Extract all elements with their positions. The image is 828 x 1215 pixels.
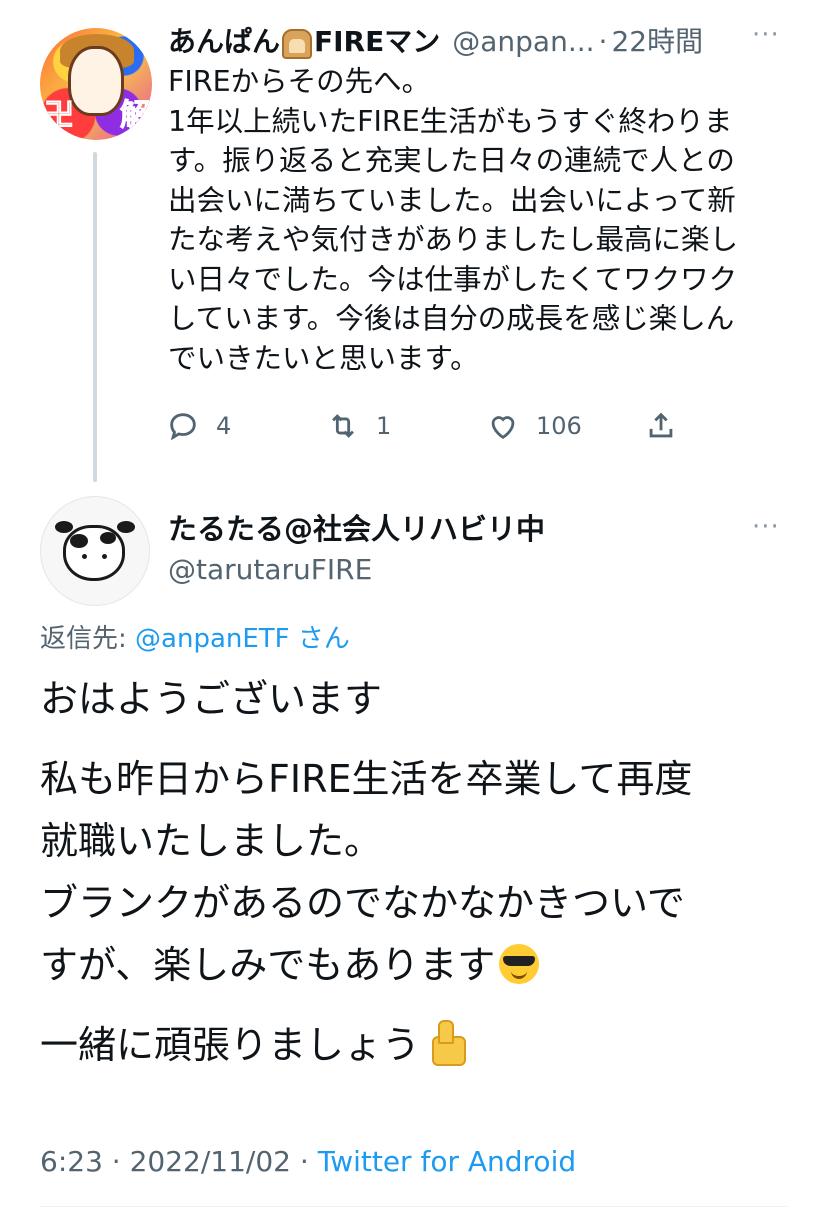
parent-handle[interactable]: @anpan... xyxy=(452,22,594,62)
cow-head xyxy=(63,525,125,581)
reply-text-line: すが、楽しみでもあります xyxy=(40,934,800,996)
share-button[interactable] xyxy=(644,402,694,450)
reply-text-line: ブランクがあるのでなかなかきついで xyxy=(40,881,685,925)
retweet-icon xyxy=(332,414,354,438)
separator-dot: · xyxy=(598,25,608,58)
replying-suffix: さん xyxy=(297,624,350,654)
parent-name-suffix[interactable]: FIREマン xyxy=(314,22,440,62)
like-icon xyxy=(491,416,515,440)
parent-text-line: 1年以上続いたFIRE生活がもうすぐ終わりま xyxy=(168,104,733,138)
tweet-date[interactable]: 2022/11/02 xyxy=(130,1145,291,1178)
like-count: 106 xyxy=(536,412,582,440)
reply-text-line: 一緒に頑張りましょう xyxy=(40,1014,800,1076)
parent-avatar[interactable]: 卍 解 xyxy=(40,28,152,140)
thread-line xyxy=(93,152,97,482)
parent-text-line: 出会いに満ちていました。出会いによって新 xyxy=(168,183,736,217)
replying-label: 返信先: xyxy=(40,624,127,654)
parent-text-line: い日々でした。今は仕事がしたくてワクワク xyxy=(168,262,738,296)
more-icon[interactable]: ··· xyxy=(752,512,780,542)
reply-avatar[interactable] xyxy=(40,496,150,606)
reply-name[interactable]: たるたる@社会人リハビリ中 xyxy=(168,508,545,550)
reply-count: 4 xyxy=(216,412,232,440)
reply-handle[interactable]: @tarutaruFIRE xyxy=(168,550,372,590)
cow-eye xyxy=(82,554,87,559)
like-button[interactable]: 106 xyxy=(486,402,582,450)
parent-text-line: FIREからその先へ。 xyxy=(168,65,431,98)
bread-emoji-icon xyxy=(282,29,313,59)
reply-text-segment: すが、楽しみでもあります xyxy=(40,943,496,987)
tweet-source[interactable]: Twitter for Android xyxy=(318,1145,576,1178)
replying-to: 返信先: @anpanETF さん xyxy=(40,620,350,658)
cow-ear-left xyxy=(55,521,73,533)
reply-text: おはようございます 私も昨日からFIRE生活を卒業して再度 就職いたしました。 … xyxy=(40,668,800,1076)
reply-text-segment: 一緒に頑張りましょう xyxy=(40,1023,421,1067)
parent-text-line: しています。今後は自分の成長を感じ楽しん xyxy=(168,302,735,335)
tweet-thread: 卍 解 あんぱん FIREマン @anpan... · 22時間 ··· FIR… xyxy=(0,0,828,1215)
reply-text-line: 就職いたしました。 xyxy=(40,819,383,863)
avatar-stamp-left: 卍 xyxy=(44,98,75,134)
more-icon[interactable]: ··· xyxy=(752,20,780,50)
parent-name[interactable]: あんぱん xyxy=(168,22,280,62)
action-bar: 4 1 106 xyxy=(166,402,686,450)
avatar-face xyxy=(68,46,124,116)
parent-header: あんぱん FIREマン @anpan... · 22時間 xyxy=(168,22,703,62)
reply-icon xyxy=(170,413,196,441)
parent-text-line: す。振り返ると充実した日々の連続で人との xyxy=(168,144,735,177)
share-icon xyxy=(649,412,673,438)
cow-eye xyxy=(102,554,107,559)
tweet-meta: 6:23 · 2022/11/02 · Twitter for Android xyxy=(40,1140,576,1184)
parent-text-line: たな考えや気付きがありましたし最高に楽し xyxy=(168,223,739,256)
reply-button[interactable]: 4 xyxy=(166,402,231,450)
avatar-stamp-right: 解 xyxy=(120,98,151,134)
tweet-time[interactable]: 6:23 xyxy=(40,1145,103,1178)
retweet-count: 1 xyxy=(376,412,392,440)
parent-text-line: でいきたいと思います。 xyxy=(168,341,479,375)
parent-time[interactable]: 22時間 xyxy=(611,22,703,62)
cow-ear-right xyxy=(117,521,135,533)
reply-text-line: おはようございます xyxy=(40,677,383,721)
sunglasses-emoji-icon xyxy=(499,944,540,984)
parent-text: FIREからその先へ。 1年以上続いたFIRE生活がもうすぐ終わりま す。振り返… xyxy=(168,62,788,378)
cow-spot xyxy=(70,534,88,548)
retweet-button[interactable]: 1 xyxy=(326,402,391,450)
thumbs-up-emoji-icon xyxy=(422,1020,467,1066)
reply-text-line: 私も昨日からFIRE生活を卒業して再度 xyxy=(40,757,693,801)
divider xyxy=(40,1206,788,1207)
cow-spot xyxy=(100,532,116,544)
separator-dot: · xyxy=(299,1145,309,1178)
replying-mention[interactable]: @anpanETF xyxy=(135,624,290,654)
separator-dot: · xyxy=(111,1145,121,1178)
